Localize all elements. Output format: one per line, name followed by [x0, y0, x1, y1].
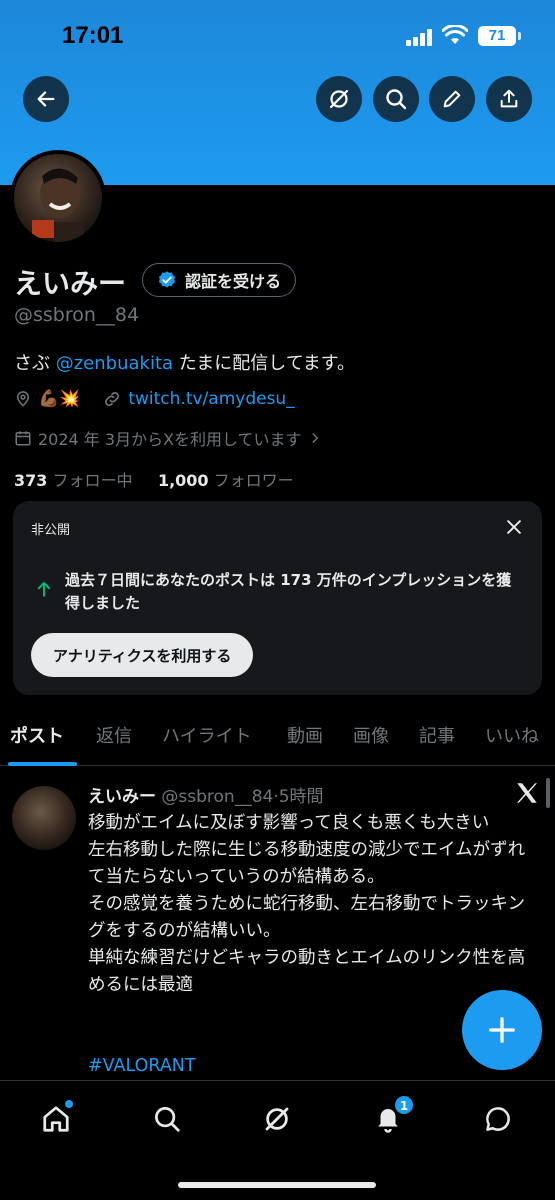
- tab-videos[interactable]: 動画: [287, 722, 323, 748]
- profile-meta: 💪🏾💥 twitch.tv/amydesu_: [14, 389, 295, 409]
- grok-icon: [265, 1107, 289, 1131]
- signal-icon: [406, 28, 434, 46]
- post-header: えいみー @ssbron__84·5時間: [88, 782, 324, 807]
- status-time: 17:01: [62, 22, 124, 49]
- private-label: 非公開: [31, 523, 71, 538]
- link-icon: [105, 392, 120, 406]
- website-link[interactable]: twitch.tv/amydesu_: [128, 389, 294, 409]
- post-handle-time: @ssbron__84·5時間: [161, 787, 324, 807]
- nav-grok[interactable]: [259, 1101, 295, 1137]
- location-text: 💪🏾💥: [38, 389, 81, 409]
- back-button[interactable]: [23, 76, 69, 122]
- search-button[interactable]: [373, 76, 419, 122]
- search-icon: [386, 89, 407, 110]
- profile-avatar[interactable]: [10, 150, 106, 246]
- close-icon[interactable]: [504, 517, 524, 537]
- arrow-up-icon: [37, 582, 51, 597]
- status-bar: 17:01 71: [0, 0, 555, 70]
- following-link[interactable]: 373 フォロー中: [14, 471, 133, 490]
- following-label: フォロー中: [52, 471, 133, 490]
- bio-prefix: さぶ: [14, 353, 56, 374]
- compose-post-button[interactable]: [462, 990, 542, 1070]
- followers-label: フォロワー: [213, 471, 294, 490]
- profile-handle: @ssbron__84: [14, 304, 140, 326]
- home-indicator[interactable]: [178, 1182, 376, 1188]
- x-logo-icon: [517, 783, 537, 803]
- impressions-message: 過去７日間にあなたのポストは 173 万件のインプレッションを獲得しました: [65, 571, 512, 612]
- tab-posts[interactable]: ポスト: [10, 722, 64, 748]
- post-hashtag-link[interactable]: #VALORANT: [88, 1056, 196, 1076]
- calendar-icon: [15, 431, 31, 446]
- tab-highlights[interactable]: ハイライト: [162, 722, 252, 748]
- notification-badge: 1: [394, 1095, 414, 1115]
- bio-mention-link[interactable]: @zenbuakita: [56, 353, 173, 374]
- avatar-image: [32, 168, 84, 242]
- scrollbar[interactable]: [546, 778, 550, 808]
- profile-bio: さぶ @zenbuakita たまに配信してます。: [14, 349, 355, 375]
- nav-home[interactable]: [38, 1100, 74, 1137]
- pencil-icon: [443, 90, 461, 108]
- post-avatar[interactable]: [12, 786, 76, 850]
- share-icon: [500, 89, 518, 108]
- home-unread-dot: [65, 1100, 73, 1108]
- active-tab-indicator: [8, 762, 77, 766]
- plus-icon: [489, 1017, 515, 1043]
- use-analytics-button[interactable]: アナリティクスを利用する: [31, 633, 254, 677]
- tab-images[interactable]: 画像: [353, 722, 389, 748]
- grok-button[interactable]: [316, 76, 362, 122]
- joined-date-row[interactable]: 2024 年 3月からXを利用しています: [14, 426, 322, 450]
- get-verified-button[interactable]: 認証を受ける: [142, 263, 297, 297]
- nav-search[interactable]: [149, 1101, 185, 1137]
- profile-tabs: ポスト 返信 ハイライト 動画 画像 記事 いいね: [0, 712, 555, 766]
- analytics-card: 非公開 過去７日間にあなたのポストは 173 万件のインプレッションを獲得しまし…: [13, 501, 542, 695]
- chevron-right-icon: [312, 433, 318, 443]
- verified-badge-icon: [158, 271, 176, 288]
- bio-suffix: たまに配信してます。: [173, 353, 355, 374]
- nav-notifications[interactable]: 1: [370, 1095, 414, 1137]
- home-icon: [43, 1106, 69, 1132]
- battery-indicator: 71: [478, 26, 521, 46]
- followers-count: 1,000: [157, 471, 209, 490]
- share-button[interactable]: [486, 76, 532, 122]
- post-author-name[interactable]: えいみー: [88, 787, 156, 807]
- follow-stats: 373 フォロー中 1,000 フォロワー: [14, 467, 294, 491]
- wifi-icon: [442, 25, 468, 44]
- profile-name: えいみー: [14, 267, 127, 300]
- tab-articles[interactable]: 記事: [419, 722, 455, 748]
- joined-date: 2024 年 3月からXを利用しています: [38, 430, 302, 449]
- tab-replies[interactable]: 返信: [96, 722, 132, 748]
- nav-messages[interactable]: [480, 1101, 516, 1137]
- location-pin-icon: [16, 391, 30, 407]
- following-count: 373: [14, 471, 48, 490]
- tab-likes[interactable]: いいね: [485, 722, 539, 748]
- get-verified-label: 認証を受ける: [185, 272, 282, 291]
- post-text: 移動がエイムに及ぼす影響って良くも悪くも大きい 左右移動した際に生じる移動速度の…: [88, 813, 526, 995]
- search-icon: [155, 1107, 180, 1132]
- edit-profile-button[interactable]: [429, 76, 475, 122]
- arrow-left-icon: [37, 91, 55, 107]
- grok-icon: [329, 89, 349, 109]
- chat-bubble-icon: [486, 1107, 510, 1131]
- followers-link[interactable]: 1,000 フォロワー: [158, 471, 294, 490]
